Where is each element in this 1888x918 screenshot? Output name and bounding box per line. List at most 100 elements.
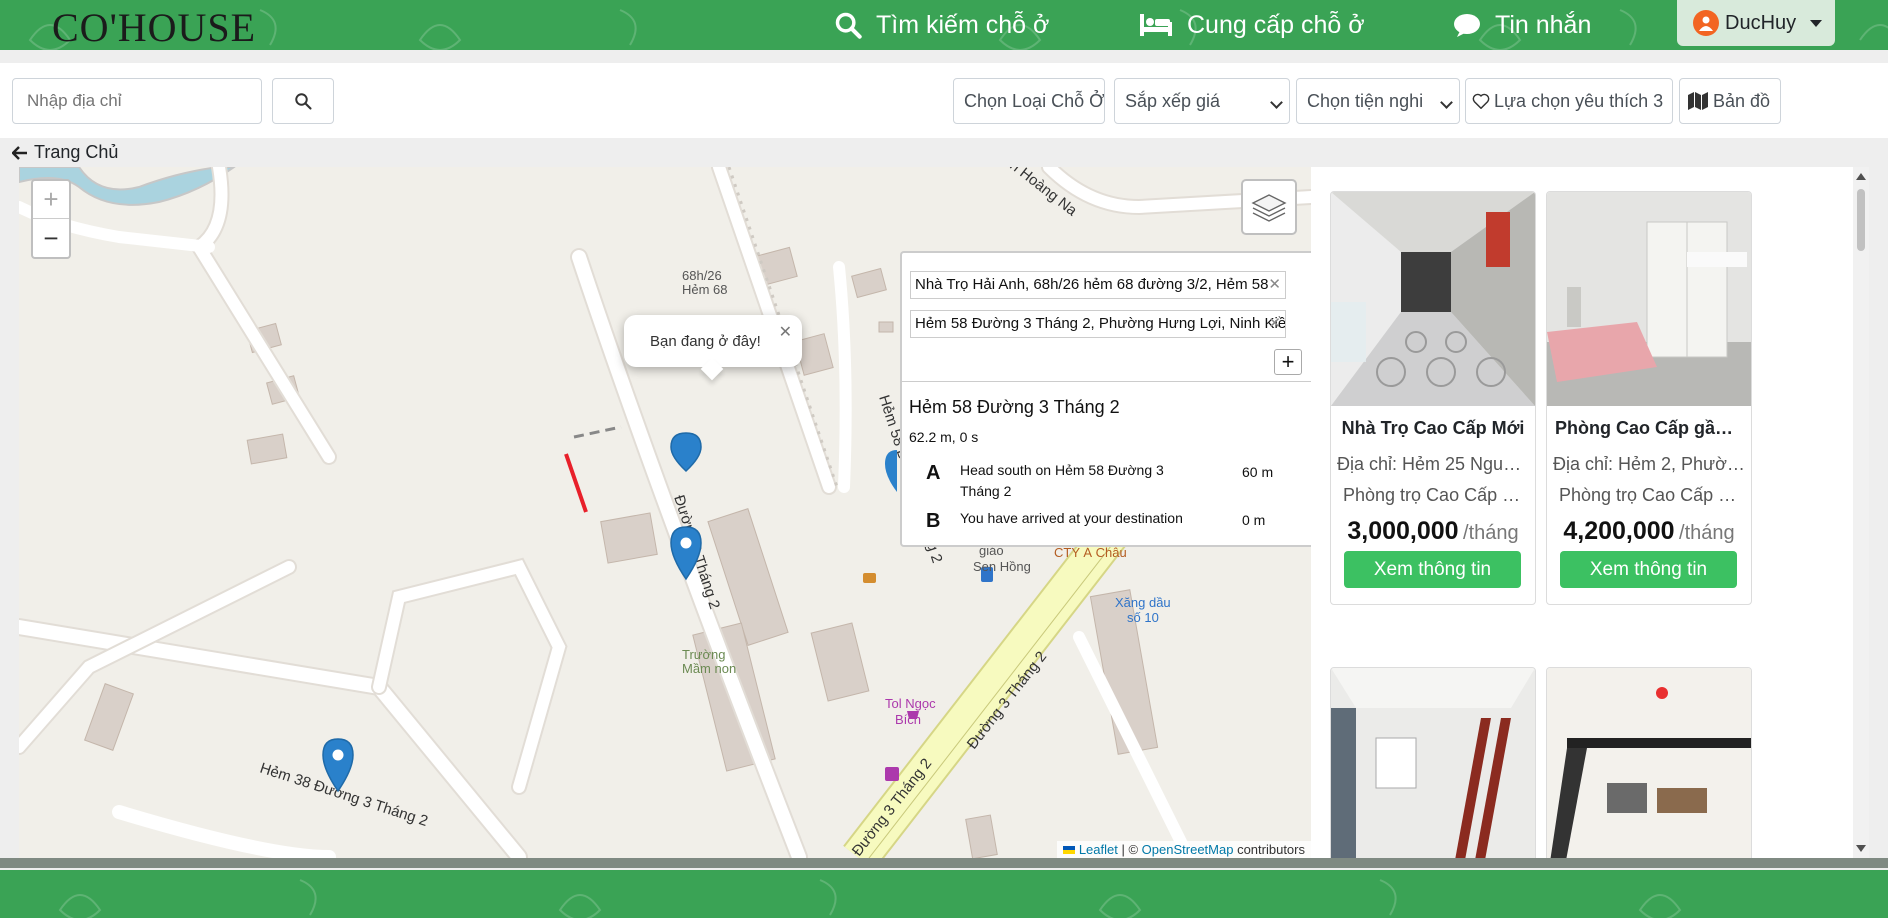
chevron-down-icon [1440,96,1453,109]
search-button[interactable] [272,78,334,124]
nav-search-label: Tìm kiếm chỗ ở [876,10,1050,39]
waypoint-end-text: Hẻm 58 Đường 3 Tháng 2, Phường Hưng Lợi,… [915,315,1286,332]
instruction-text: Head south on Hẻm 58 Đường 3 Tháng 2 [960,462,1164,499]
listing-card[interactable]: Phòng Cao Cấp gần ĐH Địa chỉ: Hẻm 2, Phư… [1546,191,1752,605]
price-unit: /tháng [1679,522,1735,544]
nav-provide-label: Cung cấp chỗ ở [1187,10,1365,39]
routing-panel: Nhà Trọ Hải Anh, 68h/26 hẻm 68 đường 3/2… [900,251,1311,547]
layers-button[interactable] [1241,179,1297,235]
close-icon[interactable]: ✕ [1268,275,1281,293]
listing-card[interactable]: Nhà Trọ Cao Cấp Mới Địa chỉ: Hẻm 25 Nguy… [1330,191,1536,605]
attribution-rest: contributors [1233,842,1305,857]
chevron-down-icon [1810,19,1823,27]
type-select-label: Chọn Loại Chỗ Ở [964,90,1105,111]
map-label: Bích [895,712,921,727]
route-summary: 62.2 m, 0 s [909,429,979,445]
listing-photo[interactable] [1331,668,1535,858]
listing-price: 4,200,000 /tháng [1547,517,1751,546]
instruction-letter: A [926,462,941,484]
waypoint-start-text: Nhà Trọ Hải Anh, 68h/26 hẻm 68 đường 3/2… [915,276,1269,293]
back-home-link[interactable]: Trang Chủ [12,142,118,163]
close-icon[interactable]: ✕ [779,322,792,342]
listing-description: Phòng trọ Cao Cấp Mới [1559,485,1749,505]
osm-link[interactable]: OpenStreetMap [1142,842,1234,857]
map-view-button[interactable]: Bản đồ [1679,78,1781,124]
map-attribution: Leaflet | © OpenStreetMap contributors [1057,841,1311,858]
search-icon [835,12,862,39]
type-select[interactable]: Chọn Loại Chỗ Ở [953,78,1105,124]
nav-provide[interactable]: Cung cấp chỗ ở [1139,8,1365,42]
map-icon [1688,92,1708,110]
map-label: CTY Á Châu [1054,545,1127,560]
cafe-icon[interactable] [863,573,876,583]
map-marker-icon[interactable] [670,432,702,473]
price-sort-select[interactable]: Sắp xếp giá [1114,78,1290,124]
divider [902,381,1311,382]
nav-messages[interactable]: Tin nhắn [1453,8,1591,42]
add-waypoint-button[interactable]: + [1274,349,1302,375]
nav-search[interactable]: Tìm kiếm chỗ ở [834,8,1049,42]
map-label: Sen Hồng [973,559,1031,574]
nav-messages-label: Tin nhắn [1495,10,1592,39]
listings-panel[interactable]: Nhà Trọ Cao Cấp Mới Địa chỉ: Hẻm 25 Nguy… [1311,167,1859,858]
listing-photo[interactable] [1331,192,1535,406]
close-icon[interactable]: ✕ [1268,314,1281,332]
listing-photo[interactable] [1547,192,1751,406]
footer-divider [0,858,1888,868]
route-instruction[interactable]: B You have arrived at your destination 0… [910,508,1306,534]
scroll-thumb[interactable] [1857,189,1865,251]
leaflet-link[interactable]: Leaflet [1079,842,1118,857]
scroll-down-icon[interactable] [1856,845,1866,852]
amenities-label: Chọn tiện nghi [1307,90,1424,111]
user-name: DucHuy [1725,11,1797,34]
shop-icon[interactable] [885,767,899,781]
leaf-pattern [58,879,1682,918]
logo[interactable]: CO'HOUSE [52,4,256,50]
scroll-up-icon[interactable] [1856,173,1866,180]
listing-card[interactable] [1546,667,1752,858]
listing-name[interactable]: Phòng Cao Cấp gần ĐH [1547,418,1751,439]
view-details-button[interactable]: Xem thông tin [1344,551,1521,588]
price-value: 3,000,000 [1347,517,1459,545]
user-menu-button[interactable]: DucHuy [1677,0,1835,46]
map-view[interactable]: 68h/26 Hẻm 68 Trường mẫu giáo Sen Hồng V… [19,167,1311,858]
search-icon [295,93,312,110]
arrow-left-icon [12,145,27,160]
map-label: Hẻm 68 [682,282,728,297]
amenities-select[interactable]: Chọn tiện nghi [1296,78,1460,124]
address-search-input[interactable] [12,78,262,124]
listing-description: Phòng trọ Cao Cấp Mới [1343,485,1533,505]
listing-address: Địa chỉ: Hẻm 25 Nguyễn Văn Cừ [1337,454,1535,474]
bed-icon [1140,14,1172,36]
price-unit: /tháng [1463,522,1519,544]
price-value: 4,200,000 [1563,517,1675,545]
instruction-distance: 60 m [1242,464,1274,480]
listing-price: 3,000,000 /tháng [1331,517,1535,546]
listing-name[interactable]: Nhà Trọ Cao Cấp Mới [1331,418,1535,439]
zoom-control: + − [31,179,71,259]
instruction-letter: B [926,510,941,532]
footer [0,870,1888,918]
listings-scrollbar[interactable] [1853,167,1869,858]
view-details-button[interactable]: Xem thông tin [1560,551,1737,588]
instruction-text: You have arrived at your destination [960,510,1183,526]
zoom-in-button[interactable]: + [33,181,69,219]
map-label: Tol Ngọc [885,696,936,711]
chevron-down-icon [1270,96,1283,109]
map-marker-icon[interactable] [885,450,897,492]
map-view-label: Bản đồ [1713,90,1771,111]
listing-photo[interactable] [1547,668,1751,858]
popup-text: Bạn đang ở đây! [650,332,761,350]
location-popup: Bạn đang ở đây! ✕ [624,315,802,367]
map-label: Mầm non [682,661,736,676]
favorites-button[interactable]: Lựa chọn yêu thích 3 [1465,78,1673,124]
layers-icon [1251,194,1287,222]
filter-bar: Chọn Loại Chỗ Ở Sắp xếp giá Chọn tiện ng… [0,63,1888,138]
top-navbar: CO'HOUSE Tìm kiếm chỗ ở Cung cấp chỗ ở T… [0,0,1888,50]
route-instruction[interactable]: A Head south on Hẻm 58 Đường 3 Tháng 2 6… [910,460,1306,504]
waypoint-end-input[interactable]: Hẻm 58 Đường 3 Tháng 2, Phường Hưng Lợi,… [910,310,1286,338]
waypoint-start-input[interactable]: Nhà Trọ Hải Anh, 68h/26 hẻm 68 đường 3/2… [910,271,1286,299]
price-sort-label: Sắp xếp giá [1125,90,1221,111]
listing-card[interactable] [1330,667,1536,858]
zoom-out-button[interactable]: − [33,219,69,257]
